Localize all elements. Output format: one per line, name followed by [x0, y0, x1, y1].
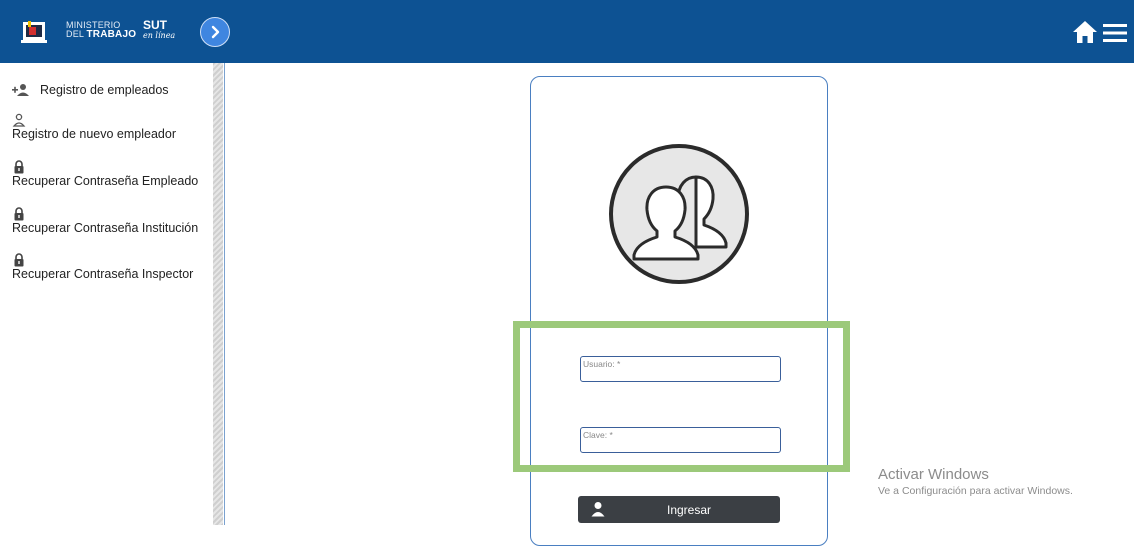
home-icon[interactable]: [1072, 20, 1098, 44]
usuario-input[interactable]: Usuario: *: [580, 356, 781, 382]
watermark-subtitle: Ve a Configuración para activar Windows.: [878, 485, 1073, 497]
ingresar-button[interactable]: Ingresar: [578, 496, 780, 523]
ingresar-label: Ingresar: [666, 503, 712, 517]
sut-title: SUT: [143, 18, 167, 32]
brand-line2: DEL TRABAJO: [66, 29, 137, 40]
sidebar-item-label: Recuperar Contraseña Empleado: [12, 174, 199, 188]
lock-icon: [14, 160, 24, 174]
lock-icon: [14, 207, 24, 221]
sidebar-item-label: Recuperar Contraseña Institución: [12, 221, 199, 235]
sidebar-item-label: Recuperar Contraseña Inspector: [12, 267, 194, 281]
sidebar-toggle-button[interactable]: [200, 17, 230, 47]
ministry-brand: MINISTERIO DEL TRABAJO: [66, 21, 137, 40]
clave-input[interactable]: Clave: *: [580, 427, 781, 453]
hamburger-menu-icon[interactable]: [1102, 22, 1128, 44]
windows-activation-watermark: Activar Windows Ve a Configuración para …: [878, 466, 1073, 497]
sut-brand: SUT en línea: [143, 19, 175, 40]
brand-line2-prefix: DEL: [66, 29, 87, 39]
lock-icon: [14, 253, 24, 267]
watermark-title: Activar Windows: [878, 466, 989, 483]
top-bar: MINISTERIO DEL TRABAJO SUT en línea: [0, 0, 1134, 63]
ministry-logo-icon: [21, 21, 47, 43]
person-outline-icon: [12, 113, 26, 127]
sidebar-item-label: Registro de empleados: [40, 83, 169, 97]
sidebar-item-recuperar-empleado[interactable]: Recuperar Contraseña Empleado: [12, 160, 198, 188]
brand-line2-bold: TRABAJO: [86, 29, 137, 40]
sidebar-resize-handle[interactable]: [213, 63, 223, 525]
sidebar-item-label: Registro de nuevo empleador: [12, 127, 176, 141]
users-avatar-icon: [609, 144, 749, 284]
sidebar-item-registro-empleador[interactable]: Registro de nuevo empleador: [12, 113, 176, 141]
content-divider: [224, 63, 225, 525]
sut-subtitle: en línea: [143, 31, 176, 40]
chevron-right-icon: [211, 25, 220, 39]
clave-placeholder: Clave: *: [583, 430, 613, 440]
sidebar-item-recuperar-institucion[interactable]: Recuperar Contraseña Institución: [12, 207, 198, 235]
person-add-icon: [12, 84, 29, 96]
sidebar-item-recuperar-inspector[interactable]: Recuperar Contraseña Inspector: [12, 253, 193, 281]
usuario-placeholder: Usuario: *: [583, 359, 621, 369]
sidebar-item-registro-empleados[interactable]: Registro de empleados: [12, 83, 169, 97]
